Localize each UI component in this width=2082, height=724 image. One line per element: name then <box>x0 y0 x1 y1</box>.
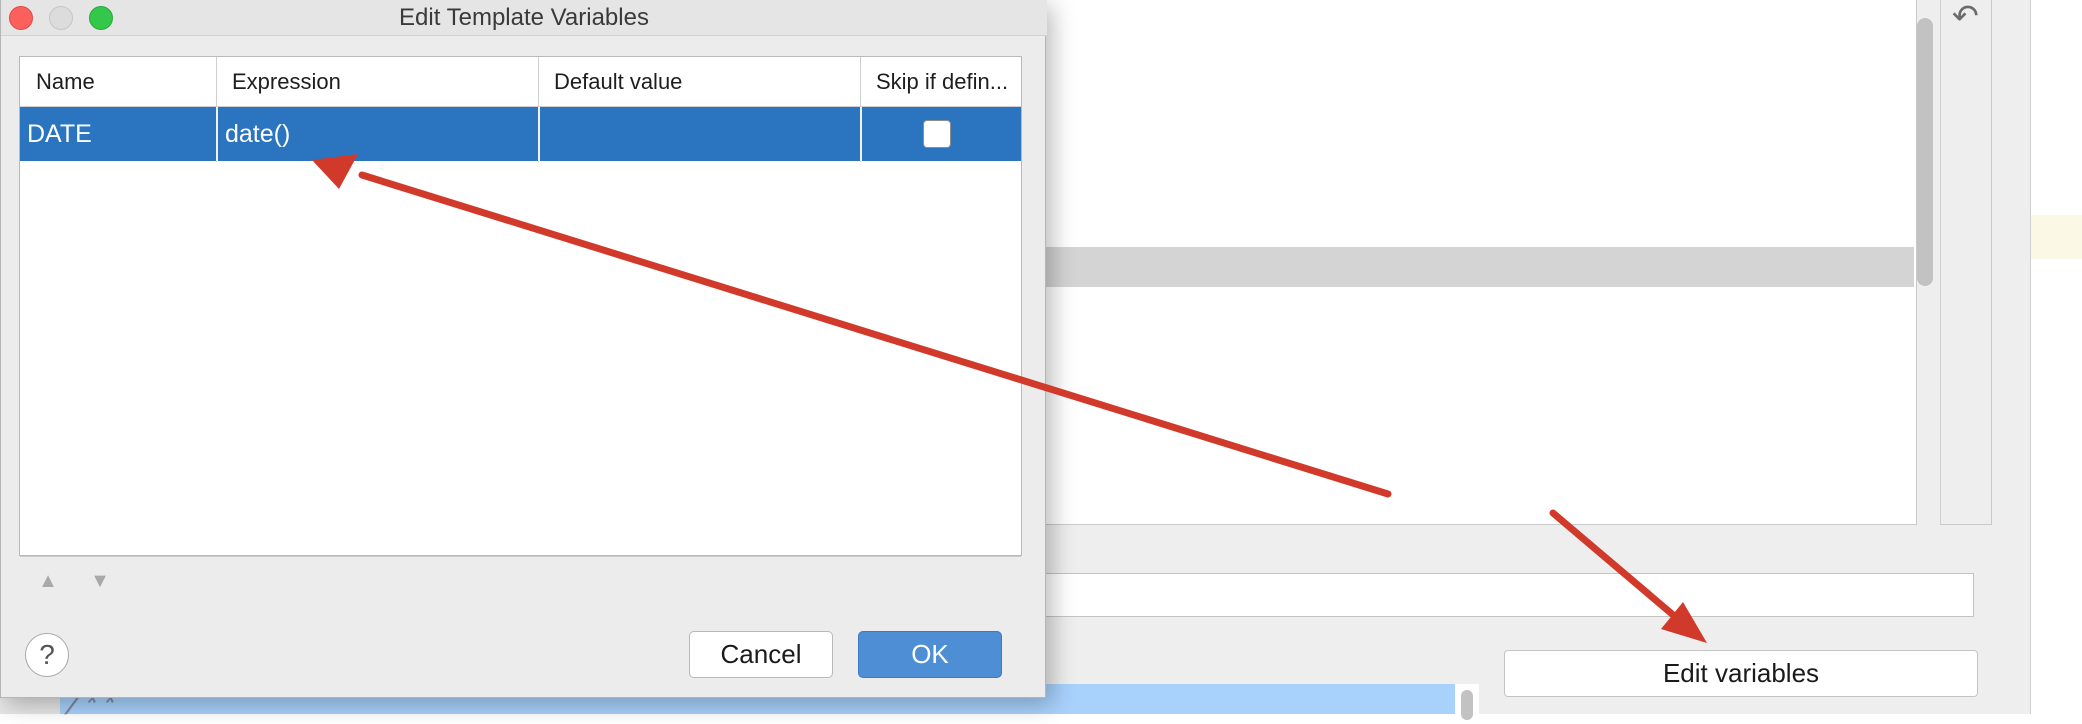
undo-icon[interactable]: ↶ <box>1952 0 1979 32</box>
editor-scrollbar[interactable] <box>1917 18 1933 286</box>
triangle-down-icon[interactable]: ▼ <box>86 569 114 593</box>
triangle-up-icon[interactable]: ▲ <box>34 569 62 593</box>
line-highlight <box>2031 215 2082 259</box>
selected-template-line <box>1020 247 1914 287</box>
column-header-name[interactable]: Name <box>20 57 216 107</box>
edit-variables-button[interactable]: Edit variables <box>1504 650 1978 697</box>
dialog-title: Edit Template Variables <box>399 4 649 31</box>
description-input[interactable] <box>1030 573 1974 617</box>
dialog-titlebar: Edit Template Variables <box>1 0 1047 36</box>
variables-table: Name Expression Default value Skip if de… <box>19 56 1022 606</box>
edit-template-variables-dialog: Edit Template Variables Name Expression … <box>0 0 1047 698</box>
table-header: Name Expression Default value Skip if de… <box>20 57 1021 107</box>
table-toolbar: ▲ ▼ <box>20 556 1021 606</box>
column-header-expression[interactable]: Expression <box>216 57 538 107</box>
code-scrollbar[interactable] <box>1455 684 1479 720</box>
skip-if-defined-checkbox[interactable] <box>923 120 951 148</box>
name-cell[interactable]: DATE <box>20 107 216 161</box>
expression-cell[interactable]: date() <box>218 107 538 161</box>
default-value-cell[interactable] <box>540 107 860 161</box>
code-scrollbar-thumb[interactable] <box>1461 690 1473 720</box>
table-row[interactable]: DATE date() <box>20 107 1021 161</box>
cancel-button[interactable]: Cancel <box>689 631 833 678</box>
ok-button[interactable]: OK <box>858 631 1002 678</box>
column-header-default-value[interactable]: Default value <box>538 57 860 107</box>
help-button[interactable]: ? <box>25 633 69 677</box>
column-header-skip-if-defined[interactable]: Skip if defin... <box>860 57 1021 107</box>
cell-divider <box>860 107 862 161</box>
far-right-editor-strip <box>2030 0 2082 714</box>
editor-side-toolbar <box>1940 0 1992 525</box>
